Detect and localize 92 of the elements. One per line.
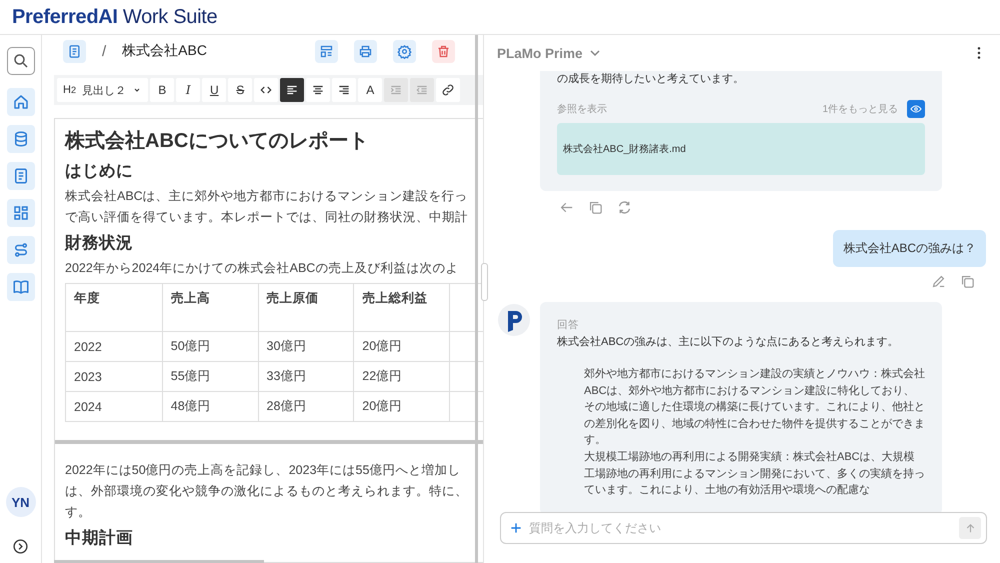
paragraph-line: 株式会社ABCは、主に郊外や地方都市におけるマンション建設を行っ bbox=[65, 188, 469, 205]
table-cell: 28億円 bbox=[258, 392, 354, 422]
section-heading: 財務状況 bbox=[65, 233, 134, 254]
bold-button[interactable]: B bbox=[150, 78, 174, 102]
list-item: 大規模工場跡地の再利用による開発実績：株式会社ABCは、大規模工場跡地の再利用によるマンション開発において、多くの実績を持っています。これにより、土地の有効活用や環境への配慮な bbox=[584, 450, 925, 498]
section-heading: はじめに bbox=[65, 161, 134, 182]
align-center-icon bbox=[311, 83, 326, 97]
column-header: 売上原価 bbox=[258, 284, 354, 332]
answer-label: 回答 bbox=[557, 318, 580, 332]
search-button[interactable] bbox=[6, 47, 34, 75]
references-label: 参照を表示 bbox=[557, 102, 607, 116]
paragraph-line: で高い評価を得ています。本レポートでは、同社の財務状況、中期計 bbox=[65, 209, 469, 226]
view-button[interactable] bbox=[907, 100, 925, 118]
reference-file[interactable]: 株式会社ABC_財務諸表.md bbox=[557, 123, 925, 175]
nav-button[interactable] bbox=[6, 88, 34, 116]
settings-button[interactable] bbox=[393, 40, 416, 62]
nav-button[interactable] bbox=[6, 162, 34, 190]
align-right-button[interactable] bbox=[332, 78, 356, 102]
nav-button[interactable] bbox=[6, 236, 34, 264]
table-cell: 33億円 bbox=[258, 362, 354, 392]
color-button[interactable]: A bbox=[358, 78, 382, 102]
list-item: 郊外や地方都市におけるマンション建設の実績とノウハウ：株式会社ABCは、郊外や地方都市におけるマンション建設に特化しており、その地域に適した住環境の構築に長けています。これにより、他社との差別化を図り、地域の特性に合わせた物件を提供することができます。 bbox=[584, 366, 925, 448]
message-text: の成長を期待したいと考えています。 bbox=[557, 72, 745, 87]
question-field[interactable]: 質問を入力してください bbox=[500, 512, 987, 544]
table-cell: 2023 bbox=[66, 362, 162, 392]
table-cell: 2024 bbox=[66, 392, 162, 422]
home-icon bbox=[12, 93, 30, 111]
column-header: 年度 bbox=[66, 284, 162, 332]
column-header: 売上高 bbox=[162, 284, 258, 332]
document-button[interactable] bbox=[63, 40, 86, 62]
document-title: 株式会社ABCについてのレポート bbox=[65, 129, 370, 154]
print-button[interactable] bbox=[354, 40, 377, 62]
align-left-button[interactable] bbox=[280, 78, 304, 102]
align-left-icon bbox=[285, 83, 300, 97]
model-selector[interactable]: PLaMo Prime bbox=[497, 46, 601, 60]
table-cell: 30億円 bbox=[258, 332, 354, 362]
table-cell: 55億円 bbox=[162, 362, 258, 392]
table-cell: 22億円 bbox=[354, 362, 450, 392]
delete-button[interactable] bbox=[432, 40, 455, 62]
more-icon[interactable] bbox=[976, 46, 982, 60]
align-center-button[interactable] bbox=[306, 78, 330, 102]
table-cell: 50億円 bbox=[162, 332, 258, 362]
user-message: 株式会社ABCの強みは？ bbox=[833, 230, 986, 267]
book-icon bbox=[12, 278, 30, 296]
question-input[interactable]: 質問を入力してください bbox=[527, 520, 955, 536]
link-icon bbox=[441, 83, 456, 97]
expand-icon[interactable] bbox=[12, 538, 29, 555]
breadcrumb-title: 株式会社ABC bbox=[122, 42, 207, 60]
paragraph-line: す。 bbox=[65, 504, 92, 521]
refresh-icon[interactable] bbox=[616, 199, 633, 216]
paragraph-line: 2022年には50億円の売上高を記録し、2023年には55億円へと増加し bbox=[65, 462, 462, 479]
document-icon bbox=[67, 44, 82, 58]
resize-handle[interactable] bbox=[481, 263, 488, 301]
breadcrumb-separator: / bbox=[102, 42, 106, 60]
align-right-icon bbox=[337, 83, 352, 97]
app-logo: PreferredAI Work Suite bbox=[12, 6, 218, 28]
nav-button[interactable] bbox=[6, 125, 34, 153]
table-cell: 2022 bbox=[66, 332, 162, 362]
table-scrollbar[interactable] bbox=[55, 440, 483, 444]
copy-icon[interactable] bbox=[587, 199, 604, 216]
user-avatar[interactable]: YN bbox=[6, 487, 36, 517]
table-cell: 20億円 bbox=[354, 392, 450, 422]
indent-icon bbox=[389, 83, 404, 97]
vertical-scrollbar[interactable] bbox=[475, 35, 478, 563]
assistant-avatar bbox=[498, 304, 530, 336]
eye-icon bbox=[910, 103, 922, 115]
section-heading: 中期計画 bbox=[65, 528, 134, 549]
nav-button[interactable] bbox=[6, 273, 34, 301]
settings-icon bbox=[397, 44, 412, 58]
italic-button[interactable]: I bbox=[176, 78, 200, 102]
strike-button[interactable]: S bbox=[228, 78, 252, 102]
search-icon bbox=[12, 52, 30, 70]
plus-icon[interactable] bbox=[509, 521, 523, 535]
underline-button[interactable]: U bbox=[202, 78, 226, 102]
nav-button[interactable] bbox=[6, 199, 34, 227]
paragraph-line: は、外部環境の変化や競争の激化によるものと考えられます。特に、 bbox=[65, 483, 469, 500]
edit-icon[interactable] bbox=[930, 273, 947, 290]
code-button[interactable] bbox=[254, 78, 278, 102]
trash-icon bbox=[436, 44, 451, 58]
outdent-icon bbox=[415, 83, 430, 97]
printer-icon bbox=[358, 44, 373, 58]
paragraph-line: 2022年から2024年にかけての株式会社ABCの売上及び利益は次のよ bbox=[65, 260, 460, 277]
copy-icon[interactable] bbox=[959, 273, 976, 290]
message-text: 株式会社ABCの強みは、主に以下のような点にあると考えられます。 bbox=[557, 334, 900, 350]
table-cell: 20億円 bbox=[354, 332, 450, 362]
layout-icon bbox=[319, 44, 334, 58]
layout-button[interactable] bbox=[315, 40, 338, 62]
horizontal-scrollbar[interactable] bbox=[54, 560, 264, 563]
link-button[interactable] bbox=[436, 78, 460, 102]
column-header: 売上総利益 bbox=[354, 284, 450, 332]
dashboard-icon bbox=[12, 204, 30, 222]
table-cell: 48億円 bbox=[162, 392, 258, 422]
